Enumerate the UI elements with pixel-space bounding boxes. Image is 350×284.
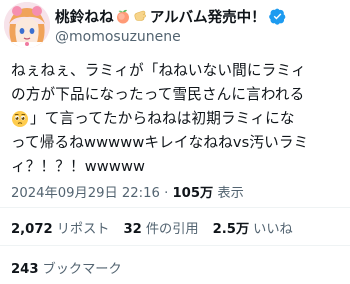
tweet-text: ねぇねぇ、ラミィが「ねねいない間にラミィ の方が下品になったって雪民さんに言われ… bbox=[11, 59, 345, 179]
quotes-stat[interactable]: 32 件の引用 bbox=[123, 218, 198, 237]
reposts-count: 2,072 bbox=[11, 222, 53, 237]
author-name-row[interactable]: 桃鈴ねね アルバム発売中！ bbox=[55, 6, 286, 26]
peach-icon bbox=[115, 8, 131, 24]
verified-badge-icon[interactable] bbox=[268, 8, 286, 25]
pleading-face-icon bbox=[11, 110, 29, 128]
author-name-suffix[interactable]: アルバム発売中！ bbox=[150, 6, 266, 27]
tweet-line: って帰るねwwwwwキレイなねねvs汚いラミ bbox=[11, 134, 309, 151]
engagement-stats: 2,072 リポスト 32 件の引用 2.5万 いいね bbox=[11, 218, 307, 237]
quotes-label: 件の引用 bbox=[145, 222, 199, 237]
likes-label: いいね bbox=[253, 222, 293, 237]
author-handle[interactable]: @momosuzunene bbox=[55, 29, 181, 45]
divider bbox=[0, 207, 350, 208]
tweet-line: ィ？！？！wwwww bbox=[11, 158, 146, 175]
meta-separator: · bbox=[164, 186, 169, 201]
timestamp[interactable]: 2024年09月29日 22:16 bbox=[11, 186, 160, 201]
tweet-line-text: 」て言ってたからねねは初期ラミィにな bbox=[30, 110, 295, 127]
tweet-header: 桃鈴ねね アルバム発売中！ @momosuzunene bbox=[0, 0, 350, 52]
reposts-label: リポスト bbox=[56, 222, 110, 237]
author-display-name[interactable]: 桃鈴ねね bbox=[55, 6, 114, 27]
avatar[interactable] bbox=[4, 2, 50, 48]
tweet-line: の方が下品になったって雪民さんに言われる bbox=[11, 86, 305, 103]
tweet-line: 」て言ってたからねねは初期ラミィにな bbox=[11, 107, 345, 131]
divider bbox=[0, 245, 350, 246]
bookmarks-stat[interactable]: 243 ブックマーク bbox=[11, 258, 122, 277]
hand-icon bbox=[132, 8, 148, 24]
avatar-image bbox=[4, 2, 50, 48]
reposts-stat[interactable]: 2,072 リポスト bbox=[11, 218, 109, 237]
likes-stat[interactable]: 2.5万 いいね bbox=[213, 218, 293, 237]
quotes-count: 32 bbox=[123, 222, 142, 237]
bookmarks-label: ブックマーク bbox=[42, 262, 122, 277]
tweet-line: ねぇねぇ、ラミィが「ねねいない間にラミィ bbox=[11, 62, 306, 79]
bookmarks-count: 243 bbox=[11, 262, 39, 277]
views-label: 表示 bbox=[217, 186, 244, 201]
likes-count: 2.5万 bbox=[212, 222, 250, 237]
views-count: 105万 bbox=[172, 186, 214, 201]
tweet-meta: 2024年09月29日 22:16 · 105万 表示 bbox=[11, 182, 244, 201]
